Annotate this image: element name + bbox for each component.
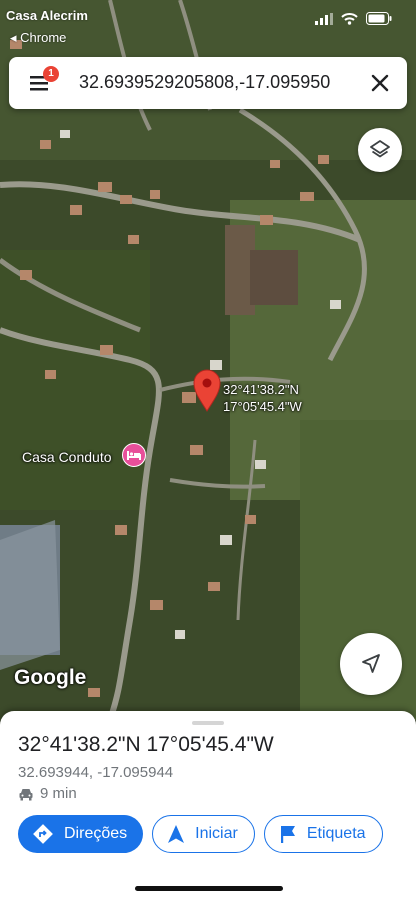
place-title: 32°41'38.2"N 17°05'45.4"W	[18, 733, 274, 756]
back-to-app-link[interactable]: ◂ Chrome	[10, 30, 66, 46]
action-buttons: Direções Iniciar Etiqueta	[18, 815, 383, 853]
status-icons	[315, 12, 392, 25]
wifi-icon	[341, 12, 358, 25]
directions-button[interactable]: Direções	[18, 815, 144, 853]
pin-label-longitude: 17°05'45.4"W	[223, 399, 302, 414]
directions-icon	[33, 824, 53, 844]
battery-icon	[366, 12, 392, 25]
search-bar[interactable]: 1 32.6939529205808,-17.095950	[9, 57, 407, 109]
location-arrow-icon	[362, 654, 380, 673]
place-coordinates: 32.693944, -17.095944	[18, 764, 174, 781]
poi-label[interactable]: Casa Conduto	[22, 449, 112, 465]
label-button[interactable]: Etiqueta	[263, 815, 383, 853]
start-label: Iniciar	[195, 825, 238, 842]
pin-coordinate-label: 32°41'38.2"N 17°05'45.4"W	[223, 381, 302, 415]
google-logo: Google	[14, 666, 87, 689]
status-bar: Casa Alecrim ◂ Chrome	[0, 0, 416, 46]
drive-time: 9 min	[18, 785, 77, 802]
pin-label-latitude: 32°41'38.2"N	[223, 382, 299, 397]
place-bottom-sheet[interactable]: 32°41'38.2"N 17°05'45.4"W 32.693944, -17…	[0, 711, 416, 900]
navigation-arrow-icon	[168, 825, 185, 843]
flag-icon	[280, 826, 295, 843]
layers-icon	[370, 140, 390, 158]
close-icon[interactable]	[367, 70, 393, 96]
search-input[interactable]: 32.6939529205808,-17.095950	[79, 72, 351, 93]
notification-badge: 1	[43, 66, 59, 82]
directions-label: Direções	[64, 825, 128, 842]
drive-time-value: 9 min	[40, 785, 77, 802]
layers-button[interactable]	[358, 128, 402, 172]
my-location-button[interactable]	[340, 633, 402, 695]
start-button[interactable]: Iniciar	[152, 815, 255, 853]
signal-icon	[315, 12, 333, 25]
carrier-label: Casa Alecrim	[6, 8, 88, 23]
car-icon	[19, 788, 33, 800]
sheet-drag-handle[interactable]	[192, 721, 224, 725]
label-button-text: Etiqueta	[306, 825, 366, 842]
hotel-bed-icon[interactable]	[122, 443, 146, 467]
home-indicator[interactable]	[135, 886, 283, 891]
